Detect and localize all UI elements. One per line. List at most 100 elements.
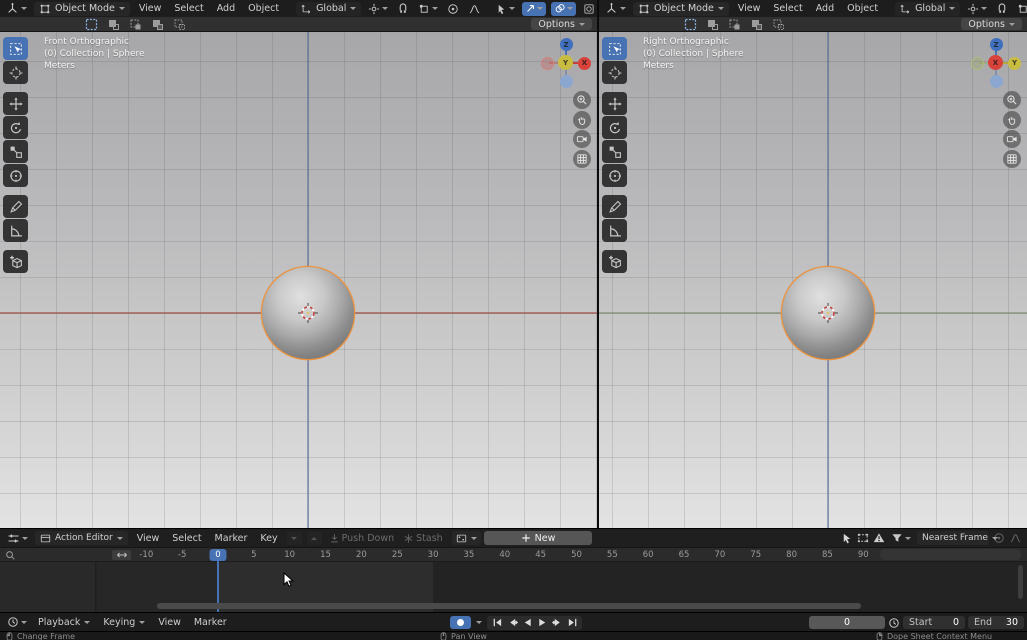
move-up-button[interactable] <box>307 532 322 545</box>
ds-menu-view[interactable]: View <box>133 533 164 544</box>
menu-select[interactable]: Select <box>170 3 207 14</box>
select-mode-new[interactable] <box>684 18 697 31</box>
ruler-horizontal-scrollbar[interactable] <box>880 549 1021 560</box>
dope-sheet-mode-dropdown[interactable]: Action Editor <box>35 531 128 545</box>
gizmo-front-ball[interactable]: X <box>988 55 1003 70</box>
tool-select-box[interactable] <box>3 37 28 60</box>
tool-rotate[interactable] <box>602 116 627 139</box>
toggle-ortho-button[interactable] <box>573 150 591 168</box>
snap-settings-dropdown[interactable] <box>416 2 440 16</box>
ds-menu-select[interactable]: Select <box>168 533 205 544</box>
object-visibility-dropdown[interactable] <box>493 2 517 16</box>
current-frame-field[interactable]: 0 <box>809 616 885 629</box>
channel-list-region[interactable] <box>0 562 96 612</box>
pivot-point-dropdown[interactable] <box>366 2 390 16</box>
prev-keyframe-button[interactable] <box>505 616 519 629</box>
zoom-button[interactable] <box>573 91 591 109</box>
jump-to-end-button[interactable] <box>565 616 579 629</box>
frame-start-field[interactable]: Start 0 <box>903 616 965 629</box>
proportional-falloff-dropdown[interactable] <box>466 2 483 16</box>
toggle-ortho-button[interactable] <box>1003 150 1021 168</box>
tl-menu-keying[interactable]: Keying <box>99 617 149 628</box>
gizmo-neg-z-ball[interactable] <box>990 75 1003 88</box>
horizontal-scrollbar[interactable] <box>157 603 861 609</box>
tool-select-box[interactable] <box>602 37 627 60</box>
mode-dropdown[interactable]: Object Mode <box>633 2 729 16</box>
tool-scale[interactable] <box>602 140 627 163</box>
gizmo-neg-y-ball[interactable] <box>971 57 984 70</box>
stash-button[interactable]: Stash <box>401 531 445 545</box>
menu-select[interactable]: Select <box>769 3 806 14</box>
menu-add[interactable]: Add <box>213 3 239 14</box>
snap-toggle[interactable] <box>395 2 411 16</box>
select-mode-extend[interactable] <box>107 18 120 31</box>
navigation-gizmo[interactable]: Z X Y <box>540 37 592 89</box>
tool-move[interactable] <box>602 92 627 115</box>
tool-transform[interactable] <box>3 164 28 187</box>
tl-menu-playback[interactable]: Playback <box>34 617 94 628</box>
navigation-gizmo[interactable]: Z Y X <box>970 37 1022 89</box>
keying-set-dropdown[interactable] <box>474 616 484 630</box>
play-button[interactable] <box>535 616 549 629</box>
show-overlays-toggle[interactable] <box>551 2 576 16</box>
orientation-dropdown[interactable]: Global <box>296 2 361 16</box>
new-action-button[interactable]: New <box>484 531 592 545</box>
browse-action-dropdown[interactable] <box>452 531 481 545</box>
proportional-editing-toggle[interactable] <box>445 2 461 16</box>
select-mode-subtract[interactable] <box>129 18 142 31</box>
editor-type-button[interactable] <box>5 615 29 629</box>
sphere-object[interactable] <box>261 266 355 360</box>
tool-cursor[interactable] <box>3 61 28 84</box>
select-mode-subtract[interactable] <box>728 18 741 31</box>
timeline-ruler[interactable]: 0 -10-5510152025303540455055606570758085… <box>0 548 1027 562</box>
show-gizmos-toggle[interactable] <box>522 2 546 16</box>
select-mode-new[interactable] <box>85 18 98 31</box>
viewport-front-canvas[interactable]: Front Orthographic (0) Collection | Sphe… <box>0 32 597 528</box>
pivot-point-dropdown[interactable] <box>965 2 989 16</box>
gizmo-y-ball[interactable]: Y <box>1008 57 1021 70</box>
preview-range-clock-icon[interactable] <box>888 617 900 629</box>
select-mode-extend[interactable] <box>706 18 719 31</box>
ds-menu-key[interactable]: Key <box>256 533 281 544</box>
gizmo-z-ball[interactable]: Z <box>990 38 1003 51</box>
play-reverse-button[interactable] <box>520 616 534 629</box>
unlink-action-button[interactable] <box>287 532 302 545</box>
options-button[interactable]: Options <box>961 18 1022 30</box>
zoom-button[interactable] <box>1003 91 1021 109</box>
vertical-scrollbar[interactable] <box>1018 565 1023 599</box>
select-mode-intersect[interactable] <box>173 18 186 31</box>
tool-measure[interactable] <box>3 219 28 242</box>
jump-to-start-button[interactable] <box>490 616 504 629</box>
menu-object[interactable]: Object <box>843 3 882 14</box>
camera-view-button[interactable] <box>573 130 591 148</box>
tool-annotate[interactable] <box>602 195 627 218</box>
auto-keying-toggle[interactable] <box>450 616 471 629</box>
tool-scale[interactable] <box>3 140 28 163</box>
menu-view[interactable]: View <box>734 3 765 14</box>
gizmo-x-ball[interactable]: X <box>578 57 591 70</box>
pan-button[interactable] <box>573 111 591 129</box>
gizmo-neg-x-ball[interactable] <box>541 57 554 70</box>
menu-object[interactable]: Object <box>244 3 283 14</box>
gizmo-neg-z-ball[interactable] <box>560 75 573 88</box>
current-frame-badge[interactable]: 0 <box>210 549 227 561</box>
selected-only-box-icon[interactable] <box>857 532 869 544</box>
menu-view[interactable]: View <box>135 3 166 14</box>
tool-transform[interactable] <box>602 164 627 187</box>
frame-end-field[interactable]: End 30 <box>968 616 1024 629</box>
ds-menu-marker[interactable]: Marker <box>211 533 252 544</box>
tool-measure[interactable] <box>602 219 627 242</box>
tool-add-cube[interactable] <box>3 250 28 273</box>
ruler-scroll-handle[interactable] <box>112 550 131 560</box>
viewport-right-canvas[interactable]: Right Orthographic (0) Collection | Sphe… <box>599 32 1027 528</box>
orientation-dropdown[interactable]: Global <box>895 2 960 16</box>
camera-view-button[interactable] <box>1003 130 1021 148</box>
mode-dropdown[interactable]: Object Mode <box>34 2 130 16</box>
only-selected-icon[interactable] <box>841 532 853 544</box>
gizmo-front-ball[interactable]: Y <box>558 55 573 70</box>
editor-type-button[interactable] <box>5 531 30 545</box>
editor-type-button[interactable] <box>603 2 628 16</box>
falloff-curve-icon[interactable] <box>1009 532 1022 544</box>
tool-add-cube[interactable] <box>602 250 627 273</box>
select-mode-invert[interactable] <box>151 18 164 31</box>
